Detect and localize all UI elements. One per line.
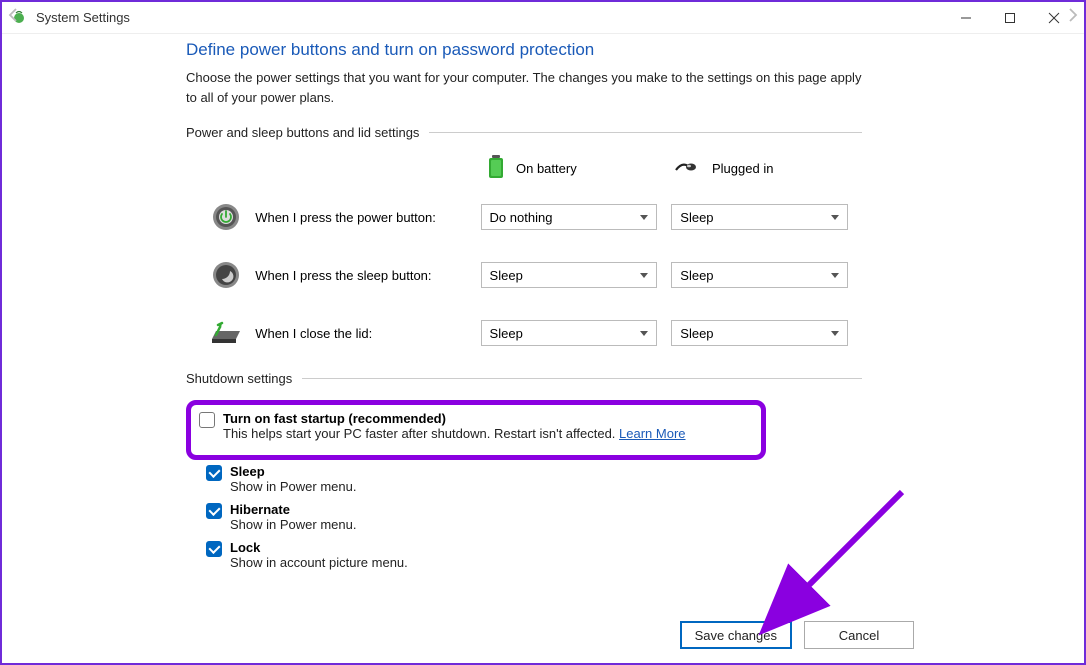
sleep-plugged-dropdown[interactable]: Sleep (671, 262, 848, 288)
window-title: System Settings (36, 10, 130, 25)
minimize-button[interactable] (944, 4, 988, 32)
checkbox-checked[interactable] (206, 503, 222, 519)
maximize-button[interactable] (988, 4, 1032, 32)
row-close-lid: When I close the lid: Sleep Sleep (186, 313, 862, 353)
column-label: Plugged in (712, 161, 773, 176)
nav-back-icon[interactable] (8, 8, 18, 27)
checkbox-description: Show in Power menu. (230, 517, 356, 532)
page-title: Define power buttons and turn on passwor… (186, 40, 862, 60)
section-label: Shutdown settings (186, 371, 292, 386)
row-label: When I press the sleep button: (255, 268, 480, 283)
row-label: When I press the power button: (255, 210, 480, 225)
checkbox-label: Turn on fast startup (recommended) (223, 411, 686, 426)
lid-plugged-dropdown[interactable]: Sleep (671, 320, 848, 346)
save-changes-button[interactable]: Save changes (680, 621, 792, 649)
power-plugged-dropdown[interactable]: Sleep (671, 204, 848, 230)
checkbox-description: Show in Power menu. (230, 479, 356, 494)
lid-battery-dropdown[interactable]: Sleep (481, 320, 658, 346)
checkbox-description: This helps start your PC faster after sh… (223, 426, 686, 441)
row-label: When I close the lid: (255, 326, 480, 341)
section-label: Power and sleep buttons and lid settings (186, 125, 419, 140)
checkbox-lock: Lock Show in account picture menu. (206, 540, 862, 570)
row-sleep-button: When I press the sleep button: Sleep Sle… (186, 255, 862, 295)
section-power-sleep: Power and sleep buttons and lid settings (186, 125, 862, 140)
titlebar: System Settings (2, 2, 1084, 34)
power-battery-dropdown[interactable]: Do nothing (481, 204, 658, 230)
plug-icon (674, 160, 702, 177)
column-label: On battery (516, 161, 577, 176)
section-shutdown: Shutdown settings (186, 371, 862, 386)
page-description: Choose the power settings that you want … (186, 68, 862, 107)
checkbox-hibernate: Hibernate Show in Power menu. (206, 502, 862, 532)
sleep-battery-dropdown[interactable]: Sleep (481, 262, 658, 288)
checkbox-label: Lock (230, 540, 408, 555)
lid-icon (206, 313, 245, 353)
checkbox-description: Show in account picture menu. (230, 555, 408, 570)
column-plugged-in: Plugged in (674, 154, 862, 183)
checkbox-unchecked[interactable] (199, 412, 215, 428)
annotation-highlight: Turn on fast startup (recommended) This … (186, 400, 766, 460)
column-on-battery: On battery (486, 154, 674, 183)
learn-more-link[interactable]: Learn More (619, 426, 685, 441)
row-power-button: When I press the power button: Do nothin… (186, 197, 862, 237)
checkbox-label: Hibernate (230, 502, 356, 517)
nav-forward-icon[interactable] (1068, 8, 1078, 27)
battery-icon (486, 154, 506, 183)
checkbox-checked[interactable] (206, 465, 222, 481)
checkbox-sleep: Sleep Show in Power menu. (206, 464, 862, 494)
power-button-icon (206, 197, 245, 237)
checkbox-checked[interactable] (206, 541, 222, 557)
checkbox-label: Sleep (230, 464, 356, 479)
sleep-button-icon (206, 255, 245, 295)
cancel-button[interactable]: Cancel (804, 621, 914, 649)
checkbox-fast-startup: Turn on fast startup (recommended) This … (199, 411, 753, 441)
